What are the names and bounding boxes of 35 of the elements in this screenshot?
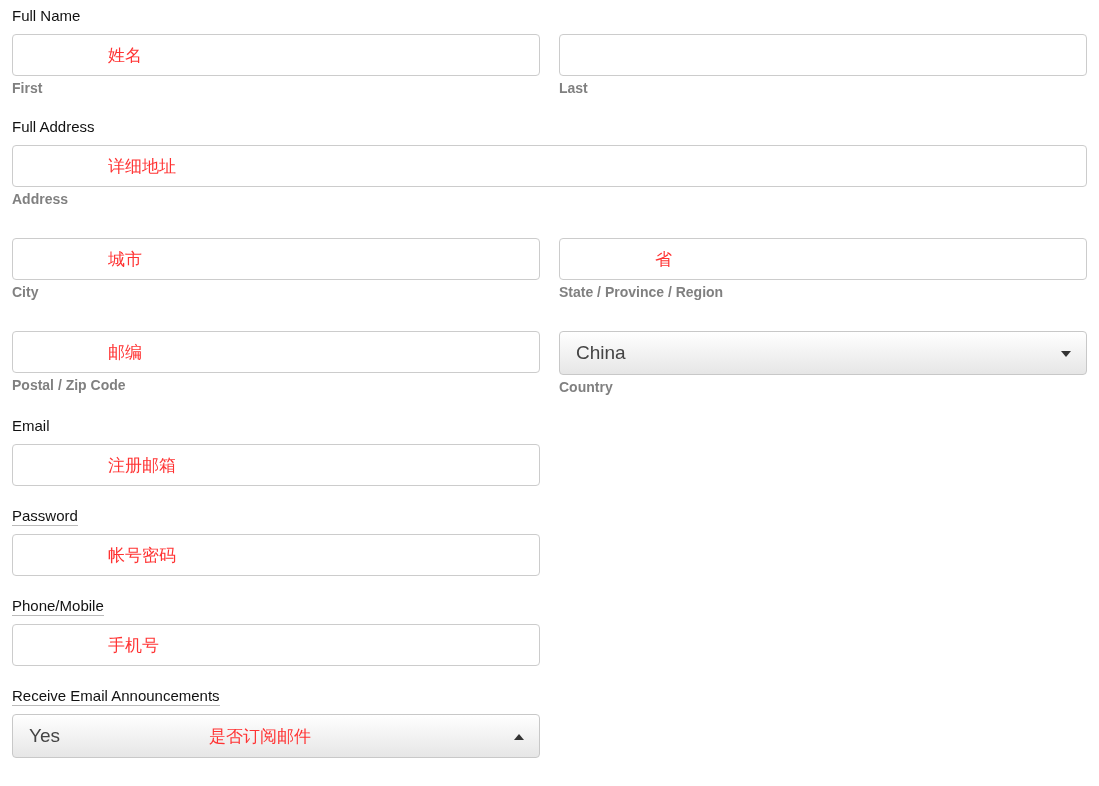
field-hint: Postal / Zip Code <box>12 376 127 394</box>
field-label: Email <box>12 417 50 434</box>
text-field[interactable]: 详细地址 <box>12 145 1087 187</box>
annotation-note: 手机号 <box>108 636 159 654</box>
field-label: Full Name <box>12 7 81 24</box>
text-field[interactable]: 邮编 <box>12 331 540 373</box>
field-hint: Address <box>12 190 70 208</box>
annotation-note: 是否订阅邮件 <box>209 727 311 745</box>
annotation-note: 城市 <box>108 250 142 268</box>
field-hint: State / Province / Region <box>559 283 725 301</box>
field-hint: First <box>12 79 44 97</box>
text-field[interactable] <box>559 34 1087 76</box>
field-label: Full Address <box>12 118 95 135</box>
select-value: China <box>576 340 627 365</box>
text-field[interactable]: 城市 <box>12 238 540 280</box>
text-field[interactable]: 省 <box>559 238 1087 280</box>
annotation-note: 帐号密码 <box>108 546 176 564</box>
annotation-note: 邮编 <box>108 343 142 361</box>
select-value: Yes <box>29 723 61 748</box>
text-field[interactable]: 姓名 <box>12 34 540 76</box>
field-label: Receive Email Announcements <box>12 687 220 706</box>
field-label: Phone/Mobile <box>12 597 104 616</box>
select-field[interactable]: Yes 是否订阅邮件 <box>12 714 540 758</box>
field-hint: Last <box>559 79 589 97</box>
annotation-note: 姓名 <box>108 46 142 64</box>
select-field[interactable]: China <box>559 331 1087 375</box>
field-label: Password <box>12 507 78 526</box>
text-field[interactable]: 注册邮箱 <box>12 444 540 486</box>
field-hint: Country <box>559 378 614 396</box>
annotation-note: 详细地址 <box>108 157 176 175</box>
text-field[interactable]: 帐号密码 <box>12 534 540 576</box>
field-hint: City <box>12 283 40 301</box>
text-field[interactable]: 手机号 <box>12 624 540 666</box>
annotation-note: 注册邮箱 <box>108 456 176 474</box>
annotation-note: 省 <box>655 250 672 268</box>
